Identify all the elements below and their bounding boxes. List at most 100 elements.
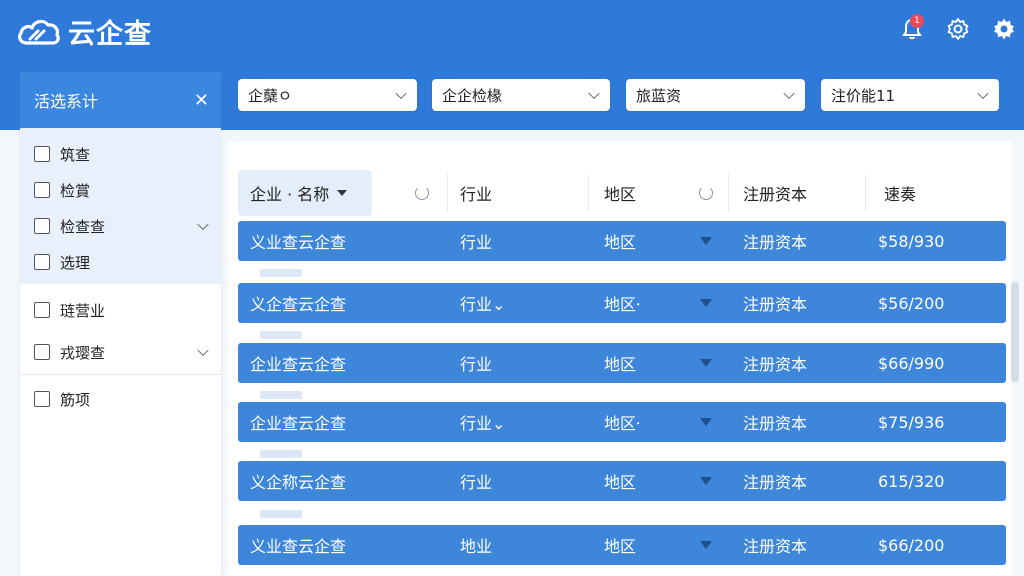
cell-amount: $75/936: [878, 412, 945, 432]
cell-company-name[interactable]: 企业查云企查: [250, 402, 346, 442]
app-title: 云企查: [68, 19, 152, 50]
refresh-icon[interactable]: [699, 186, 713, 200]
table-row[interactable]: 企业查云企查 行业 地区 注册资本 $66/990: [238, 343, 1006, 383]
filter-select-1[interactable]: 企蘖ㅇ: [238, 79, 417, 111]
filter-select-4[interactable]: 注价能11: [821, 79, 999, 111]
dropdown-arrow-icon[interactable]: [700, 299, 712, 307]
dropdown-arrow-icon[interactable]: [700, 237, 712, 245]
table-row[interactable]: 企业查云企查 行业⌄ 地区⸱ 注册资本 $75/936: [238, 402, 1006, 442]
checkbox[interactable]: [34, 182, 50, 198]
column-header-capital[interactable]: 注册资本: [731, 170, 861, 216]
divider: [588, 174, 589, 212]
dropdown-arrow-icon[interactable]: [700, 477, 712, 485]
cell-capital: 注册资本: [743, 233, 808, 252]
filter-item-label: 琏营业: [60, 301, 106, 320]
table-row[interactable]: 义企查云企查 行业⌄ 地区⸱ 注册资本 $56/200: [238, 283, 1006, 323]
close-icon[interactable]: ✕: [194, 90, 209, 111]
cell-capital: 注册资本: [743, 537, 808, 556]
column-header-name[interactable]: 企业 · 名称: [238, 170, 372, 216]
dropdown-arrow-icon[interactable]: [700, 418, 712, 426]
cell-amount: $56/200: [878, 293, 945, 313]
notification-badge: 1: [910, 14, 924, 28]
chevron-down-icon[interactable]: [197, 344, 209, 357]
row-placeholder: [260, 510, 302, 518]
table-row[interactable]: 义企称云企查 行业 地区 注册资本 615/320: [238, 461, 1006, 501]
cell-region: 地区⸱: [604, 414, 641, 433]
column-label: 行业: [460, 185, 493, 204]
sort-down-icon[interactable]: [337, 190, 348, 196]
column-label: 速奏: [884, 185, 917, 204]
column-label: 企业 · 名称: [250, 185, 330, 204]
column-header-amount[interactable]: 速奏: [872, 170, 1002, 216]
filter-item[interactable]: 戎璎查: [20, 334, 221, 370]
filter-group-primary: 筑查 检賞 检查查 选理: [20, 128, 221, 284]
filter-item-label: 戎璎查: [60, 343, 106, 362]
cell-capital: 注册资本: [743, 473, 808, 492]
cell-industry: 行业⌄: [460, 414, 506, 433]
filter-item[interactable]: 筑查: [20, 136, 221, 172]
row-placeholder: [260, 331, 302, 339]
cell-industry: 地业: [460, 537, 493, 556]
filter-item-label: 选理: [60, 253, 91, 272]
row-placeholder: [260, 450, 302, 458]
checkbox[interactable]: [34, 146, 50, 162]
column-header-industry[interactable]: 行业: [448, 170, 588, 216]
cell-industry: 行业⌄: [460, 295, 506, 314]
filter-item[interactable]: 检賞: [20, 172, 221, 208]
cell-capital: 注册资本: [743, 414, 808, 433]
top-header: 云企查 1: [0, 0, 1024, 62]
cell-company-name[interactable]: 义业查云企查: [250, 221, 346, 261]
checkbox[interactable]: [34, 391, 50, 407]
cell-amount: $66/990: [878, 353, 945, 373]
table-row[interactable]: 义业查云企查 行业 地区 注册资本 $58/930: [238, 221, 1006, 261]
cell-amount: $66/200: [878, 535, 945, 555]
cell-company-name[interactable]: 企业查云企查: [250, 343, 346, 383]
app-logo[interactable]: 云企查: [16, 12, 152, 51]
row-placeholder: [260, 269, 302, 277]
settings-gear-icon[interactable]: [946, 17, 970, 41]
divider: [865, 174, 866, 212]
chevron-down-icon: [783, 87, 795, 100]
cell-region: 地区⸱: [604, 295, 641, 314]
dropdown-arrow-icon[interactable]: [700, 359, 712, 367]
dropdown-arrow-icon[interactable]: [700, 541, 712, 549]
gear-icon[interactable]: [992, 17, 1016, 41]
table-row[interactable]: 义业查云企查 地业 地区 注册资本 $66/200: [238, 525, 1006, 565]
chevron-down-icon: [588, 87, 600, 100]
chevron-down-icon: [977, 87, 989, 100]
select-value: 企企检椽: [442, 86, 503, 105]
filter-item-label: 筋项: [60, 390, 91, 409]
chevron-down-icon[interactable]: [197, 218, 209, 231]
checkbox[interactable]: [34, 344, 50, 360]
row-placeholder: [260, 391, 302, 399]
divider: [728, 174, 729, 212]
select-value: 企蘖ㅇ: [248, 86, 292, 105]
filter-item-label: 筑查: [60, 145, 91, 164]
refresh-icon[interactable]: [415, 186, 429, 200]
column-label: 地区: [604, 185, 637, 204]
cell-capital: 注册资本: [743, 295, 808, 314]
cell-region: 地区: [604, 233, 637, 252]
chevron-down-icon: [395, 87, 407, 100]
filter-item-label: 检查查: [60, 217, 106, 236]
filter-item[interactable]: 筋项: [20, 381, 221, 417]
checkbox[interactable]: [34, 302, 50, 318]
filter-item[interactable]: 琏营业: [20, 292, 221, 328]
filter-select-2[interactable]: 企企检椽: [432, 79, 610, 111]
cell-amount: 615/320: [878, 471, 945, 491]
vertical-scrollbar[interactable]: [1011, 282, 1019, 382]
filter-item-label: 检賞: [60, 181, 91, 200]
cell-company-name[interactable]: 义企称云企查: [250, 461, 346, 501]
filter-select-3[interactable]: 旅蓝资: [626, 79, 805, 111]
cell-region: 地区: [604, 473, 637, 492]
sidebar-title: 活选系计: [34, 92, 99, 111]
filter-item[interactable]: 检查查: [20, 208, 221, 244]
cell-company-name[interactable]: 义业查云企查: [250, 525, 346, 565]
cell-industry: 行业: [460, 355, 493, 374]
checkbox[interactable]: [34, 254, 50, 270]
cell-company-name[interactable]: 义企查云企查: [250, 283, 346, 323]
checkbox[interactable]: [34, 218, 50, 234]
filter-item[interactable]: 选理: [20, 244, 221, 280]
column-label: 注册资本: [743, 185, 808, 204]
table-header: 企业 · 名称 行业 地区 注册资本 速奏: [238, 170, 1006, 216]
